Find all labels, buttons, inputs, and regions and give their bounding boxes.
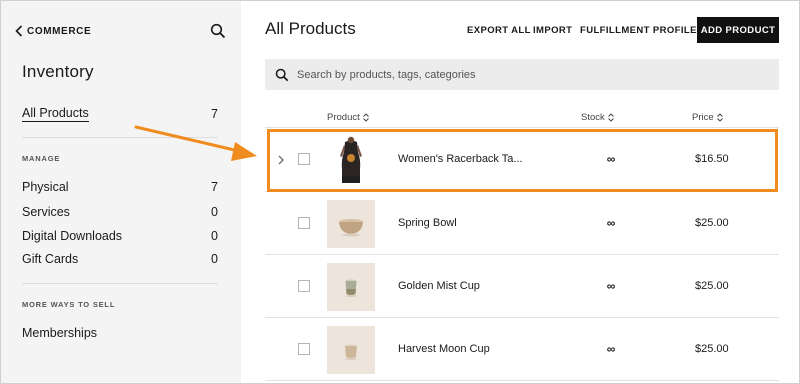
page-title: All Products <box>265 19 356 38</box>
product-name[interactable]: Spring Bowl <box>398 217 457 229</box>
search-icon <box>275 68 289 81</box>
table-row[interactable]: Golden Mist Cup ∞ $25.00 <box>265 255 779 318</box>
sidebar-title: Inventory <box>22 62 94 81</box>
sort-icon <box>716 113 723 122</box>
search-bar <box>265 59 779 90</box>
section-heading-manage: MANAGE <box>22 154 61 163</box>
sidebar-item-count: 7 <box>211 180 218 194</box>
search-input[interactable] <box>297 68 767 81</box>
annotation-arrow-icon <box>134 125 257 161</box>
column-header-label: Price <box>692 112 714 123</box>
add-product-button[interactable]: ADD PRODUCT <box>697 17 779 43</box>
product-name[interactable]: Harvest Moon Cup <box>398 343 490 355</box>
sidebar: COMMERCE Inventory All Products 7 MANAGE… <box>1 1 241 383</box>
bowl-image <box>339 219 363 237</box>
back-link-label: COMMERCE <box>27 25 92 37</box>
sidebar-item-label: Gift Cards <box>22 252 79 266</box>
cup-image <box>345 279 357 298</box>
sidebar-item-count: 0 <box>211 229 218 243</box>
sidebar-item-memberships[interactable]: Memberships <box>22 324 218 342</box>
highlight-box <box>267 129 778 192</box>
column-header-product[interactable]: Product <box>327 112 369 123</box>
search-icon[interactable] <box>210 23 226 39</box>
product-stock: ∞ <box>606 279 616 293</box>
row-checkbox[interactable] <box>298 217 310 229</box>
import-button[interactable]: IMPORT <box>533 25 572 36</box>
sidebar-item-gift-cards[interactable]: Gift Cards 0 <box>22 250 218 268</box>
product-name[interactable]: Golden Mist Cup <box>398 280 480 292</box>
sidebar-item-label: Digital Downloads <box>22 229 123 243</box>
divider <box>22 283 218 284</box>
sidebar-item-count: 7 <box>211 107 218 121</box>
sidebar-item-services[interactable]: Services 0 <box>22 203 218 221</box>
app-window: COMMERCE Inventory All Products 7 MANAGE… <box>0 0 800 384</box>
sidebar-item-label: Memberships <box>22 326 98 340</box>
product-price: $25.00 <box>695 280 729 292</box>
cup-image <box>345 344 357 361</box>
chevron-left-icon <box>15 25 23 37</box>
back-to-commerce-link[interactable]: COMMERCE <box>15 24 91 38</box>
product-stock: ∞ <box>606 216 616 230</box>
row-checkbox[interactable] <box>298 343 310 355</box>
column-header-label: Product <box>327 112 360 123</box>
sort-icon <box>362 113 369 122</box>
column-header-stock[interactable]: Stock <box>581 112 614 123</box>
section-heading-more-ways-to-sell: MORE WAYS TO SELL <box>22 300 116 309</box>
product-thumbnail-cup <box>327 326 375 374</box>
sort-icon <box>607 113 614 122</box>
main-content: All Products EXPORT ALL IMPORT FULFILLME… <box>241 1 799 383</box>
product-stock: ∞ <box>606 342 616 356</box>
sidebar-item-count: 0 <box>211 205 218 219</box>
table-row[interactable]: Harvest Moon Cup ∞ $25.00 <box>265 318 779 381</box>
divider <box>265 380 779 381</box>
product-price: $25.00 <box>695 217 729 229</box>
export-all-button[interactable]: EXPORT ALL <box>467 25 531 36</box>
fulfillment-profiles-button[interactable]: FULFILLMENT PROFILES <box>580 25 704 36</box>
product-thumbnail-bowl <box>327 200 375 248</box>
sidebar-item-label: Services <box>22 205 70 219</box>
sidebar-item-label: All Products <box>22 106 89 122</box>
product-price: $25.00 <box>695 343 729 355</box>
sidebar-item-physical[interactable]: Physical 7 <box>22 178 218 196</box>
sidebar-item-count: 0 <box>211 252 218 266</box>
table-row[interactable]: Spring Bowl ∞ $25.00 <box>265 192 779 255</box>
sidebar-item-label: Physical <box>22 180 69 194</box>
row-checkbox[interactable] <box>298 280 310 292</box>
sidebar-item-digital-downloads[interactable]: Digital Downloads 0 <box>22 227 218 245</box>
column-header-label: Stock <box>581 112 605 123</box>
product-thumbnail-cup <box>327 263 375 311</box>
column-header-price[interactable]: Price <box>692 112 723 123</box>
